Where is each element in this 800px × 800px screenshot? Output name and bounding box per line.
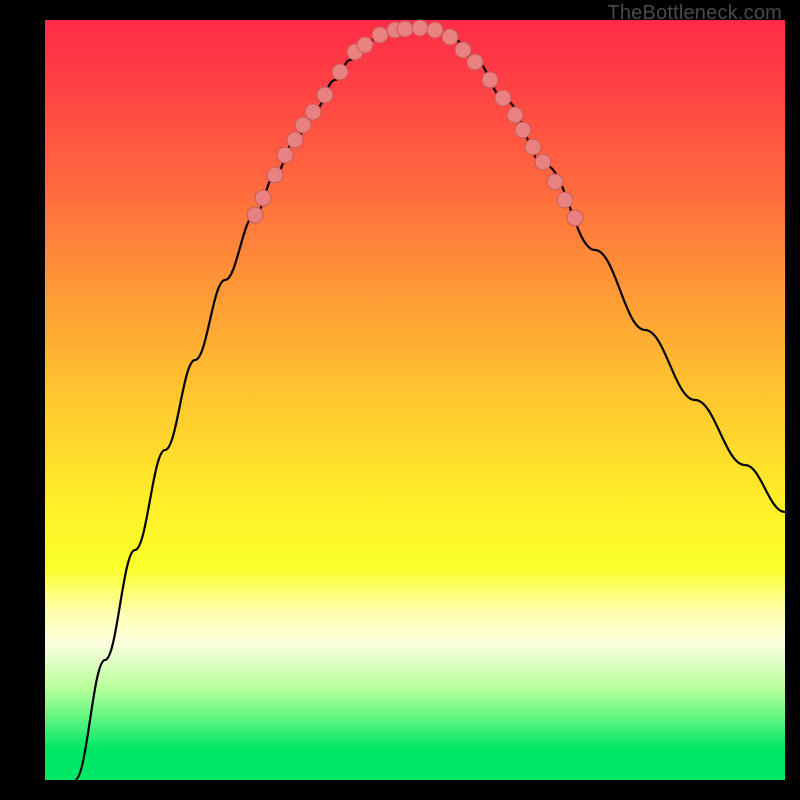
data-marker (277, 147, 293, 163)
plot-area (45, 20, 785, 780)
bottleneck-curve (75, 28, 785, 780)
data-marker (397, 21, 413, 37)
data-marker (255, 190, 271, 206)
data-marker (412, 20, 428, 36)
data-marker (495, 90, 511, 106)
data-marker (535, 154, 551, 170)
chart-svg (45, 20, 785, 780)
data-marker (295, 117, 311, 133)
data-marker (515, 122, 531, 138)
data-marker (332, 64, 348, 80)
data-marker (557, 192, 573, 208)
data-marker (455, 42, 471, 58)
data-marker (287, 132, 303, 148)
data-marker (317, 87, 333, 103)
watermark-text: TheBottleneck.com (607, 2, 782, 25)
data-marker (442, 29, 458, 45)
data-marker (482, 72, 498, 88)
data-marker (305, 104, 321, 120)
data-markers (247, 20, 583, 226)
data-marker (357, 37, 373, 53)
data-marker (267, 167, 283, 183)
data-marker (372, 27, 388, 43)
data-marker (467, 54, 483, 70)
data-marker (427, 22, 443, 38)
data-marker (547, 174, 563, 190)
data-marker (247, 207, 263, 223)
data-marker (507, 107, 523, 123)
data-marker (525, 139, 541, 155)
data-marker (567, 210, 583, 226)
